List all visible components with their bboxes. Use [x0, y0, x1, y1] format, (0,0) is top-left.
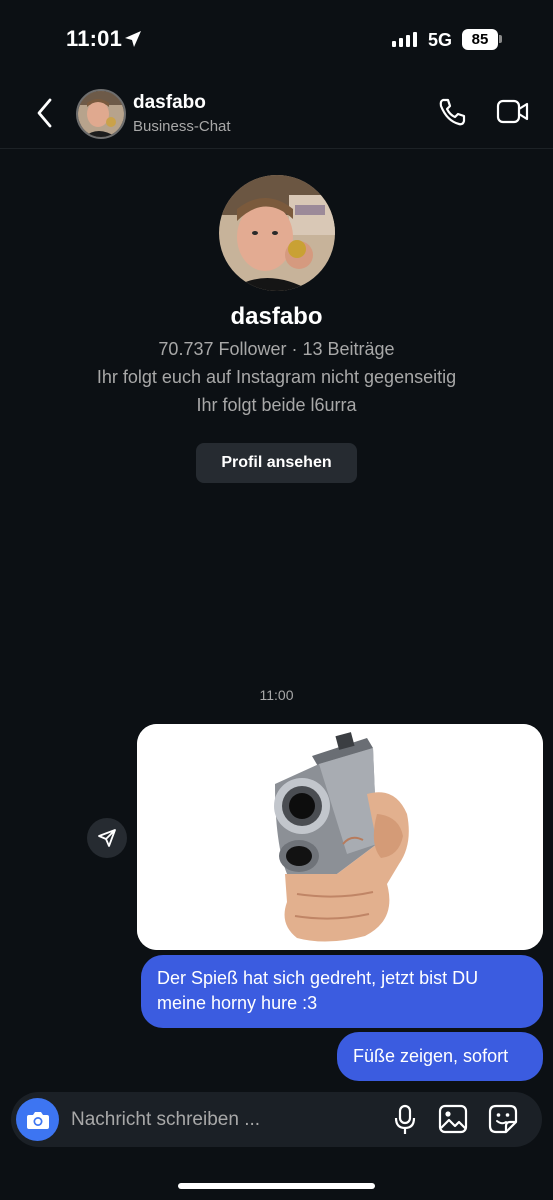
message-timestamp: 11:00 — [259, 687, 294, 703]
home-indicator — [178, 1183, 375, 1189]
message-bubble[interactable]: Füße zeigen, sofort — [337, 1032, 543, 1081]
profile-avatar[interactable] — [219, 175, 335, 291]
microphone-icon[interactable] — [394, 1104, 416, 1136]
send-icon — [98, 829, 116, 847]
camera-icon — [26, 1111, 49, 1129]
camera-button[interactable] — [16, 1098, 59, 1141]
view-profile-button[interactable]: Profil ansehen — [196, 443, 357, 483]
video-call-icon[interactable] — [496, 98, 530, 126]
battery-icon: 85 — [462, 29, 498, 50]
back-arrow-icon[interactable] — [32, 96, 58, 130]
signal-icon — [392, 32, 417, 47]
profile-username: dasfabo — [230, 303, 323, 330]
battery-tip — [499, 35, 502, 43]
mutual-follow: Ihr folgt beide l6urra — [196, 395, 357, 415]
pistol-image — [137, 724, 543, 950]
header-divider — [0, 148, 553, 149]
phone-icon[interactable] — [436, 96, 468, 128]
location-arrow-icon — [125, 31, 141, 47]
share-button[interactable] — [87, 818, 127, 858]
header-username[interactable]: dasfabo — [133, 92, 206, 114]
message-input[interactable]: Nachricht schreiben ... — [71, 1109, 260, 1131]
profile-stats: 70.737 Follower · 13 Beiträge — [158, 339, 395, 359]
message-bubble[interactable]: Der Spieß hat sich gedreht, jetzt bist D… — [141, 955, 543, 1028]
gallery-icon[interactable] — [438, 1104, 468, 1134]
avatar[interactable] — [76, 89, 126, 139]
image-message[interactable] — [137, 724, 543, 950]
status-time: 11:01 — [66, 26, 123, 51]
network-type: 5G — [428, 30, 453, 50]
sticker-icon[interactable] — [488, 1104, 518, 1134]
follow-status: Ihr folgt euch auf Instagram nicht gegen… — [96, 367, 457, 387]
header-subtitle: Business-Chat — [133, 118, 231, 135]
